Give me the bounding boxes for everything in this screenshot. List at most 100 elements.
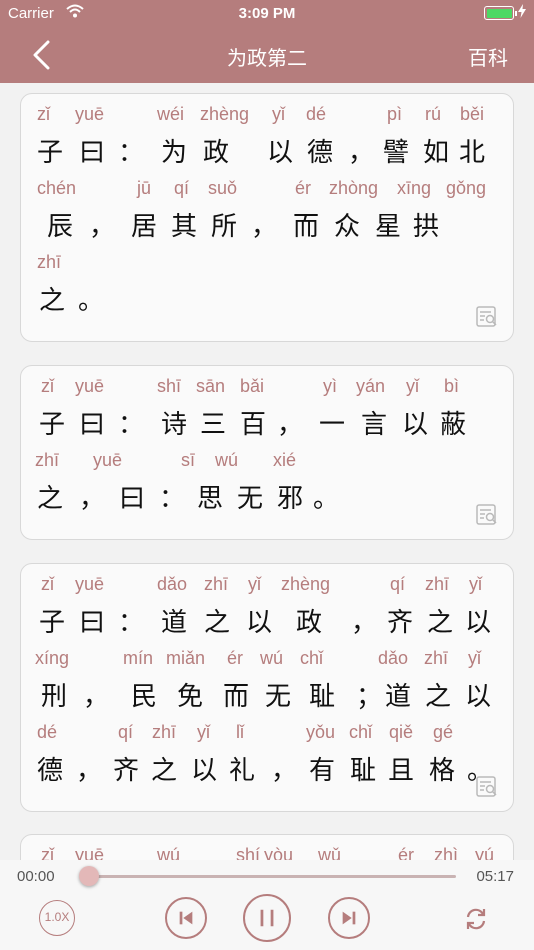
hanzi-character: 子 <box>39 608 66 638</box>
pinyin-syllable: zǐ <box>41 376 54 396</box>
pinyin-syllable: shí <box>236 845 261 860</box>
nav-bar: 为政第二 百科 <box>0 28 534 83</box>
pinyin-syllable: wú <box>260 648 284 668</box>
hanzi-character: 众 <box>334 212 361 242</box>
hanzi-character: 拱 <box>413 212 440 242</box>
hanzi-character: 之 <box>204 608 231 638</box>
pinyin-syllable: ér <box>295 178 312 198</box>
hanzi-character: ： <box>159 484 186 514</box>
pinyin-syllable: yǐ <box>406 376 419 396</box>
hanzi-character: ， <box>271 756 298 786</box>
hanzi-character: 之 <box>39 286 66 316</box>
pinyin-syllable: xíng <box>35 648 70 668</box>
search-note-icon[interactable] <box>475 503 499 527</box>
pinyin-syllable: sī <box>181 450 196 470</box>
pause-button[interactable] <box>243 894 291 942</box>
hanzi-character: 言 <box>361 410 388 440</box>
battery-icon <box>484 6 517 20</box>
pinyin-syllable: gé <box>433 722 454 742</box>
verse-card-1[interactable]: zǐ yuē wéi zhèng yǐ dé pì rú běi 子曰 ： 为政 以德 ， 譬如北 chén j… <box>20 93 514 342</box>
verse-line: chén jū qí suǒ ér zhòng xīng gǒng 辰 ， 居其所 ， 而众星拱 <box>21 168 513 242</box>
pinyin-syllable: chǐ <box>300 648 324 668</box>
pinyin-syllable: zǐ <box>41 574 54 594</box>
pinyin-syllable: mín <box>123 648 154 668</box>
pinyin-syllable: ér <box>398 845 415 860</box>
hanzi-character: 之 <box>37 484 64 514</box>
hanzi-character: 刑 <box>41 682 68 712</box>
hanzi-character: 免 <box>177 682 204 712</box>
hanzi-character: ， <box>79 484 106 514</box>
pinyin-syllable: yuē <box>75 376 105 396</box>
pinyin-syllable: zhī <box>204 574 229 594</box>
hanzi-character: 蔽 <box>440 410 467 440</box>
verse-list[interactable]: zǐ yuē wéi zhèng yǐ dé pì rú běi 子曰：为政以德，譬如北 chén j… <box>0 83 534 860</box>
next-button[interactable] <box>328 897 370 939</box>
search-note-icon[interactable] <box>475 305 499 329</box>
hanzi-character: 齐 <box>113 756 140 786</box>
verse-line: xíng mín miǎn ér wú chǐ dǎo zhī yǐ 刑 ， 民免而无耻 ；道之以 <box>21 638 513 712</box>
hanzi-character: ： <box>118 410 145 440</box>
hanzi-character: 为 <box>161 138 188 168</box>
pinyin-syllable: wú <box>215 450 239 470</box>
pinyin-syllable: yán <box>356 376 386 396</box>
hanzi-character: 以 <box>402 410 429 440</box>
pinyin-syllable: bǎi <box>240 376 265 396</box>
pinyin-syllable: zhòng <box>329 178 379 198</box>
hanzi-character: 而 <box>293 212 320 242</box>
verse-card-2[interactable]: zǐ yuē shī sān bǎi yì yán yǐ bì 子曰 ： 诗三百 ， 一言以蔽 zhī yuē… <box>20 365 514 540</box>
encyclopedia-button[interactable]: 百科 <box>468 42 508 71</box>
pinyin-syllable: xié <box>273 450 297 470</box>
hanzi-character: ， <box>76 756 103 786</box>
verse-line: zǐ yuē wéi zhèng yǐ dé pì rú běi 子曰 ： 为政 以德 ， 譬如北 <box>21 94 513 168</box>
verse-card-4[interactable]: zǐ yuē wú shí yòu wǔ ér zhì yú <box>20 834 514 860</box>
hanzi-character: 子 <box>37 138 64 168</box>
hanzi-character: 有 <box>309 756 336 786</box>
skip-previous-icon <box>179 911 193 925</box>
audio-player: 00:00 05:17 1.0X <box>0 860 534 950</box>
pinyin-syllable: zhèng <box>200 104 250 124</box>
hanzi-character: 齐 <box>387 608 414 638</box>
pinyin-syllable: bì <box>444 376 460 396</box>
hanzi-character: ， <box>89 212 116 242</box>
hanzi-character: 曰 <box>79 410 106 440</box>
pinyin-syllable: dé <box>306 104 327 124</box>
repeat-icon[interactable] <box>462 905 490 933</box>
hanzi-character: 以 <box>267 138 294 168</box>
pinyin-syllable: chén <box>37 178 77 198</box>
verse-card-3[interactable]: zǐ yuē dǎo zhī yǐ zhèng qí zhī yǐ 子曰：道之以政，齐之以 xíng… <box>20 563 514 812</box>
verse-line: zǐ yuē wú shí yòu wǔ ér zhì yú <box>21 835 513 860</box>
hanzi-character: ： <box>118 138 145 168</box>
total-time: 05:17 <box>476 868 514 885</box>
hanzi-character: 百 <box>240 410 267 440</box>
hanzi-character: 之 <box>427 608 454 638</box>
hanzi-character: 格 <box>429 756 456 786</box>
pinyin-syllable: yǒu <box>306 722 336 742</box>
progress-track[interactable] <box>88 875 456 878</box>
pinyin-syllable: zhī <box>424 648 449 668</box>
pinyin-syllable: zǐ <box>37 104 50 124</box>
pinyin-syllable: wǔ <box>318 845 342 860</box>
pinyin-syllable: yú <box>475 845 495 860</box>
verse-line: zǐ yuē shī sān bǎi yì yán yǐ bì 子曰 ： 诗三百 ， 一言以蔽 <box>21 366 513 440</box>
speed-button[interactable]: 1.0X <box>39 900 75 936</box>
pinyin-syllable: qí <box>174 178 190 198</box>
pinyin-syllable: zhī <box>37 252 62 272</box>
pinyin-syllable: jū <box>137 178 152 198</box>
pinyin-syllable: suǒ <box>208 178 238 198</box>
search-note-icon[interactable] <box>475 775 499 799</box>
hanzi-character: 礼 <box>229 756 256 786</box>
hanzi-character: 北 <box>459 138 486 168</box>
pinyin-syllable: xīng <box>397 178 432 198</box>
pinyin-syllable: yǐ <box>197 722 210 742</box>
pinyin-syllable: qiě <box>389 722 414 742</box>
progress-thumb[interactable] <box>79 866 99 886</box>
hanzi-character: 德 <box>307 138 334 168</box>
hanzi-character: ， <box>351 608 378 638</box>
pinyin-syllable: zhī <box>152 722 177 742</box>
hanzi-character: ； <box>356 682 383 712</box>
pinyin-syllable: miǎn <box>166 648 206 668</box>
previous-button[interactable] <box>165 897 207 939</box>
hanzi-character: 以 <box>465 682 492 712</box>
status-time: 3:09 PM <box>238 5 296 22</box>
charging-icon <box>518 4 526 18</box>
